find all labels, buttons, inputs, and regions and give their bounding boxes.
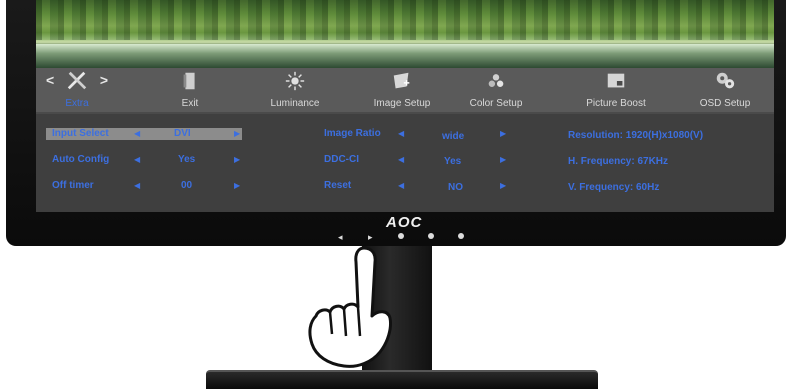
setting-label-image-ratio: Image Ratio	[324, 128, 381, 139]
setting-value-off-timer[interactable]: 00	[181, 180, 192, 191]
triangle-right-icon[interactable]: ▶	[234, 155, 240, 164]
setting-label-ddc-ci: DDC-CI	[324, 154, 359, 165]
tools-icon	[67, 71, 87, 90]
sun-icon	[285, 71, 305, 91]
front-button-auto[interactable]	[428, 233, 434, 239]
tab-label: Exit	[181, 98, 199, 109]
tab-label: Image Setup	[373, 98, 431, 109]
tab-luminance[interactable]: Luminance	[260, 68, 330, 112]
triangle-left-icon[interactable]: ◀	[134, 155, 140, 164]
triangle-right-icon[interactable]: ▶	[500, 155, 506, 164]
osd-tab-bar: < > Extra Exit Luminance Image Setup Col…	[36, 68, 774, 112]
setting-label-input-select: Input Select	[52, 128, 109, 139]
triangle-right-icon[interactable]: ▶	[500, 181, 506, 190]
setting-value-input-select[interactable]: DVI	[174, 128, 191, 139]
triangle-right-icon[interactable]: ▶	[234, 129, 240, 138]
chevron-left-icon[interactable]: <	[46, 72, 54, 88]
tab-label: Luminance	[270, 98, 320, 109]
triangle-left-icon[interactable]: ◀	[134, 181, 140, 190]
tab-label: Color Setup	[469, 98, 523, 109]
front-button-power[interactable]	[458, 233, 464, 239]
setting-value-image-ratio[interactable]: wide	[442, 131, 464, 142]
tab-label: Picture Boost	[586, 98, 646, 109]
picture-boost-icon	[607, 73, 625, 88]
triangle-left-icon[interactable]: ◀	[398, 155, 404, 164]
tab-extra[interactable]: < > Extra	[46, 68, 108, 112]
setting-value-auto-config[interactable]: Yes	[178, 154, 195, 165]
chevron-right-icon[interactable]: >	[100, 72, 108, 88]
screen: < > Extra Exit Luminance Image Setup Col…	[36, 0, 774, 212]
image-setup-icon	[393, 72, 410, 89]
tab-label: OSD Setup	[699, 98, 751, 109]
triangle-right-icon[interactable]: ▶	[500, 129, 506, 138]
front-button-menu[interactable]	[398, 233, 404, 239]
color-dots-icon	[488, 74, 504, 87]
tab-picture-boost[interactable]: Picture Boost	[566, 68, 666, 112]
osd-gear-icon	[716, 72, 735, 89]
monitor-stand-base	[206, 370, 598, 389]
setting-label-off-timer: Off timer	[52, 180, 94, 191]
front-button-right-icon[interactable]: ▸	[368, 232, 373, 243]
info-v-frequency: V. Frequency: 60Hz	[568, 182, 660, 193]
setting-value-ddc-ci[interactable]: Yes	[444, 156, 461, 167]
tab-image-setup[interactable]: Image Setup	[362, 68, 442, 112]
triangle-left-icon[interactable]: ◀	[398, 181, 404, 190]
setting-value-reset[interactable]: NO	[448, 182, 463, 193]
triangle-left-icon[interactable]: ◀	[134, 129, 140, 138]
osd-settings-panel: Input Select ◀ DVI ▶ Auto Config ◀ Yes ▶…	[36, 114, 774, 212]
tab-label: Extra	[65, 98, 89, 109]
pointing-hand-icon	[308, 246, 392, 368]
tab-color-setup[interactable]: Color Setup	[456, 68, 536, 112]
front-button-left-icon[interactable]: ◂	[338, 232, 343, 243]
tab-exit[interactable]: Exit	[160, 68, 220, 112]
setting-label-reset: Reset	[324, 180, 352, 191]
exit-door-icon	[183, 72, 195, 90]
monitor: < > Extra Exit Luminance Image Setup Col…	[6, 0, 786, 246]
setting-label-auto-config: Auto Config	[52, 154, 110, 165]
wallpaper-photo	[36, 0, 774, 68]
info-resolution: Resolution: 1920(H)x1080(V)	[568, 130, 704, 141]
info-h-frequency: H. Frequency: 67KHz	[568, 156, 669, 167]
brand-logo: AOC	[386, 214, 423, 231]
triangle-right-icon[interactable]: ▶	[234, 181, 240, 190]
tab-osd-setup[interactable]: OSD Setup	[684, 68, 766, 112]
triangle-left-icon[interactable]: ◀	[398, 129, 404, 138]
